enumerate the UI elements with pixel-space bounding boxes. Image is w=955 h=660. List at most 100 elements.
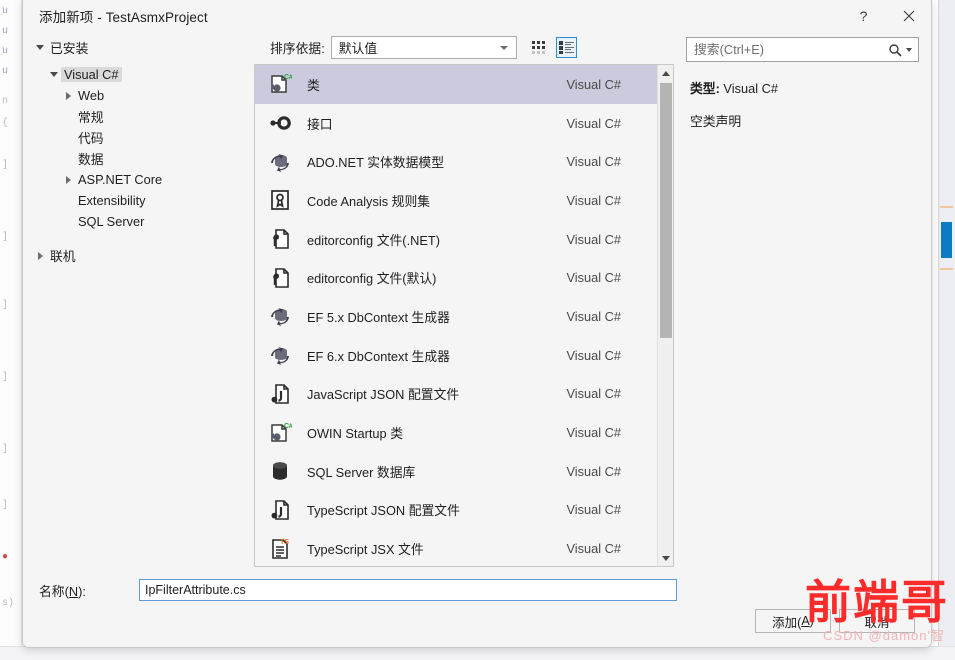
tree-node-aspnet-core[interactable]: ASP.NET Core — [23, 169, 252, 190]
tree-node-online[interactable]: 联机 — [23, 245, 252, 266]
list-view-icon — [558, 41, 574, 54]
tree-node-installed[interactable]: 已安装 — [23, 37, 252, 58]
tree-node-label: 数据 — [78, 152, 104, 167]
backdrop-code-line: u — [2, 66, 9, 77]
list-item-name: OWIN Startup 类 — [307, 426, 403, 442]
editorconfig-icon — [267, 226, 293, 252]
list-item[interactable]: SQL Server 数据库 Visual C# — [255, 452, 657, 491]
list-item[interactable]: editorconfig 文件(.NET) Visual C# — [255, 220, 657, 259]
tree-node-label: 常规 — [78, 110, 104, 125]
svg-text:C#: C# — [284, 74, 292, 81]
name-input[interactable] — [139, 579, 677, 601]
titlebar-buttons: ? — [841, 0, 931, 31]
chevron-right-icon — [61, 175, 75, 184]
list-item[interactable]: C# 类 Visual C# — [255, 65, 657, 104]
list-item-name: SQL Server 数据库 — [307, 464, 416, 480]
tree-node-data[interactable]: 数据 — [23, 148, 252, 169]
name-row: 名称(N): — [23, 575, 931, 605]
list-item-language: Visual C# — [566, 270, 621, 286]
list-item-name: editorconfig 文件(默认) — [307, 271, 437, 287]
csharp-class-icon: C# — [267, 420, 293, 446]
tree-node-visual-csharp[interactable]: Visual C# — [23, 64, 252, 85]
editor-vertical-scrollbar[interactable] — [938, 0, 955, 660]
sort-by-label: 排序依据: — [270, 41, 325, 56]
list-item-language: Visual C# — [566, 425, 621, 441]
tree-node-label: ASP.NET Core — [78, 172, 163, 187]
editor-scrollbar-thumb[interactable] — [941, 222, 952, 258]
tree-node-label: Visual C# — [61, 67, 122, 82]
tree-node-web[interactable]: Web — [23, 85, 252, 106]
tree-node-label: SQL Server — [78, 214, 145, 229]
tree-node-extensibility[interactable]: Extensibility — [23, 190, 252, 211]
backdrop-code-line: ] — [2, 160, 9, 171]
list-item[interactable]: ADO.NET 实体数据模型 Visual C# — [255, 142, 657, 181]
list-item[interactable]: EF 6.x DbContext 生成器 Visual C# — [255, 336, 657, 375]
dialog-buttons: 添加(A) 取消 — [755, 609, 915, 633]
editor-bottom-strip — [0, 646, 955, 660]
tree-node-code[interactable]: 代码 — [23, 127, 252, 148]
tree-node-general[interactable]: 常规 — [23, 106, 252, 127]
list-item[interactable]: Code Analysis 规则集 Visual C# — [255, 181, 657, 220]
list-item[interactable]: JavaScript JSON 配置文件 Visual C# — [255, 375, 657, 414]
json-file-icon — [267, 497, 293, 523]
backdrop-code-line: ] — [2, 372, 9, 383]
grid-view-icon — [531, 41, 545, 54]
backdrop-code-line: ] — [2, 300, 9, 311]
list-item-language: Visual C# — [566, 231, 621, 247]
template-category-tree[interactable]: 已安装 Visual C# Web 常规 代码 数据 ASP.NET Core … — [23, 31, 252, 575]
editor-change-marker — [940, 268, 953, 270]
template-details: 类型: Visual C# 空类声明 — [686, 78, 919, 130]
chevron-right-icon — [61, 91, 75, 100]
list-item[interactable]: C# OWIN Startup 类 Visual C# — [255, 413, 657, 452]
grid-view-button[interactable] — [529, 37, 550, 58]
sort-toolbar: 排序依据: 默认值 — [252, 31, 674, 64]
list-item[interactable]: TS TypeScript JSX 文件 Visual C# — [255, 529, 657, 566]
chevron-down-icon[interactable] — [906, 47, 912, 52]
tree-node-label: 联机 — [50, 249, 76, 264]
list-item-language: Visual C# — [566, 386, 621, 402]
scroll-up-button[interactable] — [658, 65, 673, 81]
list-item[interactable]: EF 5.x DbContext 生成器 Visual C# — [255, 297, 657, 336]
list-item-language: Visual C# — [566, 541, 621, 557]
list-scrollbar-thumb[interactable] — [660, 83, 672, 338]
list-item[interactable]: TypeScript JSON 配置文件 Visual C# — [255, 491, 657, 530]
list-item-name: ADO.NET 实体数据模型 — [307, 155, 444, 171]
tree-node-sql-server[interactable]: SQL Server — [23, 211, 252, 232]
list-item-language: Visual C# — [566, 154, 621, 170]
list-item[interactable]: editorconfig 文件(默认) Visual C# — [255, 258, 657, 297]
scroll-down-button[interactable] — [658, 550, 673, 566]
list-item-name: 接口 — [307, 116, 333, 132]
list-item-name: TypeScript JSON 配置文件 — [307, 503, 460, 519]
backdrop-code-line: ] — [2, 232, 9, 243]
typescript-jsx-icon: TS — [267, 536, 293, 562]
tree-node-label: 已安装 — [50, 41, 89, 56]
backdrop-code-line: { — [2, 118, 9, 129]
ado-net-model-icon — [267, 303, 293, 329]
search-input[interactable] — [687, 38, 888, 61]
cancel-button[interactable]: 取消 — [839, 609, 915, 633]
sort-by-value: 默认值 — [338, 41, 378, 56]
add-button[interactable]: 添加(A) — [755, 609, 831, 633]
chevron-down-icon — [33, 45, 47, 50]
sort-by-dropdown[interactable]: 默认值 — [330, 36, 517, 59]
list-scrollbar[interactable] — [657, 65, 673, 566]
help-button[interactable]: ? — [841, 0, 886, 31]
list-item[interactable]: 接口 Visual C# — [255, 104, 657, 143]
csharp-class-icon: C# — [267, 71, 293, 97]
json-file-icon — [267, 381, 293, 407]
search-box[interactable] — [686, 37, 919, 62]
ruleset-icon — [267, 187, 293, 213]
editorconfig-icon — [267, 265, 293, 291]
ado-net-model-icon — [267, 149, 293, 175]
template-listbox[interactable]: C# 类 Visual C# — [254, 64, 674, 567]
svg-text:C#: C# — [284, 423, 292, 430]
svg-text:TS: TS — [280, 539, 289, 546]
add-new-item-dialog: 添加新项 - TestAsmxProject ? 已安装 Visual C# W… — [22, 0, 932, 648]
list-item-name: JavaScript JSON 配置文件 — [307, 387, 460, 403]
chevron-down-icon — [499, 45, 508, 50]
close-button[interactable] — [886, 0, 931, 31]
template-list-column: 排序依据: 默认值 C 类 Visual C# 接口 Visual C# ADO… — [252, 31, 674, 575]
dialog-footer: 名称(N): 添加(A) 取消 — [23, 575, 931, 647]
list-item-language: Visual C# — [566, 308, 621, 324]
list-view-button[interactable] — [555, 37, 577, 58]
